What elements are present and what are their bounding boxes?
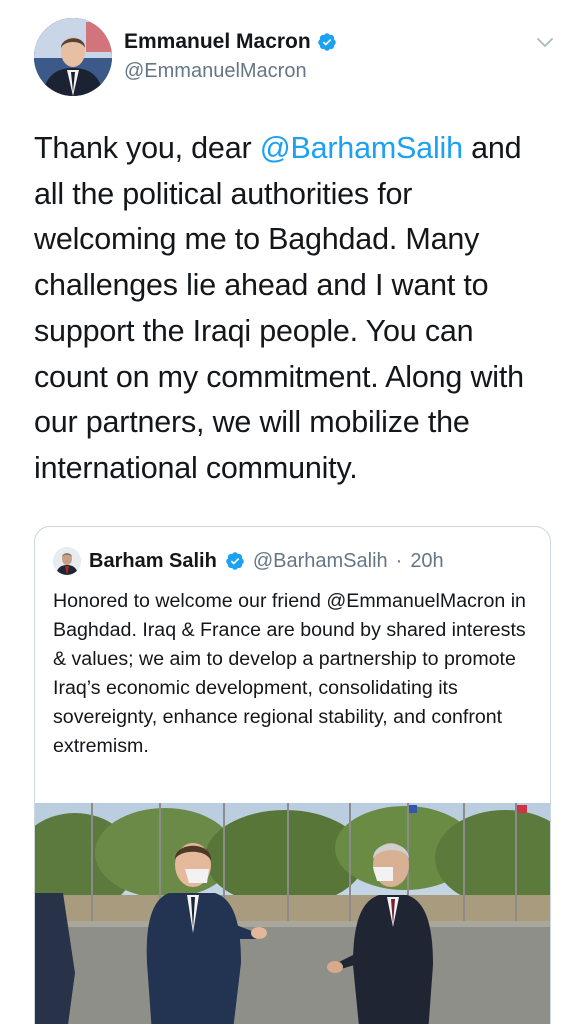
author-name[interactable]: Emmanuel Macron [124, 30, 311, 54]
verified-badge-icon [226, 552, 244, 570]
photo-two-men-greeting [35, 803, 550, 1024]
quoted-tweet-text: Honored to welcome our friend @EmmanuelM… [53, 590, 526, 757]
quoted-author-name: Barham Salih [89, 549, 217, 572]
quoted-tweet-card[interactable]: Barham Salih @BarhamSalih · 20h Honored … [34, 526, 551, 1024]
author-handle[interactable]: @EmmanuelMacron [124, 60, 307, 83]
profile-photo [34, 18, 112, 96]
tweet-text-part: and all the political authorities for we… [34, 131, 524, 485]
mention-link[interactable]: @BarhamSalih [260, 131, 463, 165]
chevron-down-icon[interactable] [535, 32, 555, 52]
tweet-detail: Emmanuel Macron @EmmanuelMacron Thank yo… [0, 0, 585, 1024]
quoted-tweet-time: 20h [410, 549, 444, 572]
quoted-author-avatar [53, 547, 81, 575]
verified-badge-icon [317, 33, 336, 51]
profile-photo [53, 547, 81, 575]
author-avatar[interactable] [34, 18, 112, 96]
tweet-text: Thank you, dear @BarhamSalih and all the… [34, 126, 554, 492]
author-name-row[interactable]: Emmanuel Macron [124, 30, 337, 54]
quoted-tweet-media[interactable] [35, 803, 550, 1024]
quoted-author-handle: @BarhamSalih [252, 549, 388, 572]
tweet-text-part: Thank you, dear [34, 131, 260, 165]
quoted-tweet-header: Barham Salih @BarhamSalih · 20h [53, 547, 444, 575]
meta-separator: · [395, 549, 403, 572]
